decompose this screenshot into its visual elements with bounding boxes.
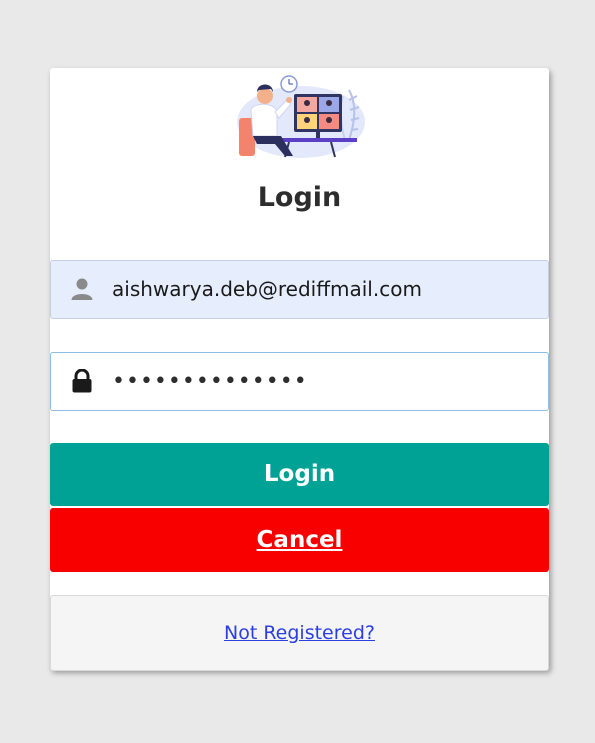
not-registered-link[interactable]: Not Registered? (224, 622, 375, 644)
password-field[interactable]: •••••••••••••• (50, 352, 549, 411)
login-button[interactable]: Login (50, 443, 549, 506)
login-card: Login aishwarya.deb@rediffmail.com •••••… (50, 68, 549, 671)
user-icon (71, 278, 93, 300)
video-call-illustration (237, 75, 365, 158)
email-value[interactable]: aishwarya.deb@rediffmail.com (112, 261, 422, 318)
email-field[interactable]: aishwarya.deb@rediffmail.com (50, 260, 549, 319)
lock-icon (72, 369, 92, 393)
register-panel: Not Registered? (50, 595, 549, 671)
page-title: Login (257, 182, 342, 213)
password-value[interactable]: •••••••••••••• (112, 353, 308, 410)
cancel-button-label: Cancel (256, 527, 343, 553)
cancel-button[interactable]: Cancel (50, 508, 549, 572)
